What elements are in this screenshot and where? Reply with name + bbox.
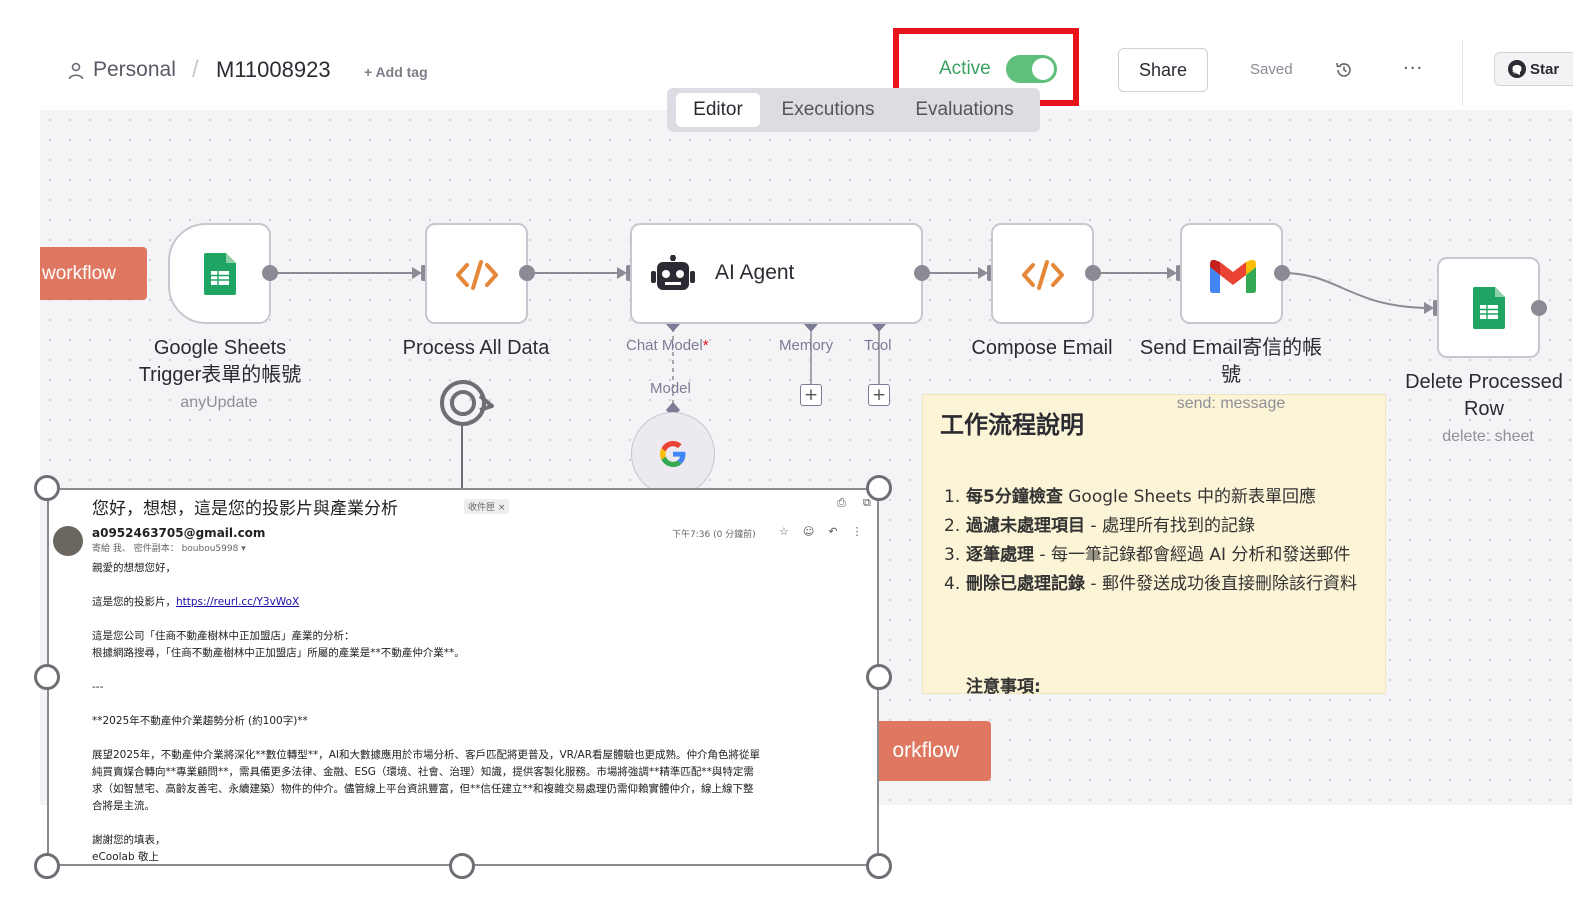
node-label: Compose Email (971, 337, 1113, 359)
avatar (53, 526, 83, 556)
resize-handle-bottom-left[interactable] (34, 853, 60, 879)
resize-handle-bottom-center[interactable] (449, 853, 475, 879)
node-send-email[interactable] (1180, 223, 1283, 324)
list-item: 4. 刪除已處理記錄 - 郵件發送成功後直接刪除該行資料 (944, 574, 1357, 594)
resize-handle-bottom-right[interactable] (866, 853, 892, 879)
robot-icon (651, 255, 695, 290)
output-port[interactable] (519, 265, 535, 281)
node-google-sheets-trigger[interactable] (168, 223, 271, 324)
n8n-workflow-editor: Personal / M11008923 + Add tag Active Sh… (0, 0, 1573, 913)
model-label: Model (650, 380, 691, 397)
rotate-handle-icon[interactable] (436, 376, 500, 430)
node-google-gemini-model[interactable] (631, 412, 715, 496)
sticky-list: 1. 每5分鐘檢查 Google Sheets 中的新表單回應 2. 過濾未處理項目… (944, 485, 1374, 601)
google-sheets-icon (1473, 287, 1505, 329)
email-time: 下午7:36 (0 分鐘前) (672, 530, 756, 540)
email-sender: a0952463705@gmail.com (92, 526, 266, 540)
output-port[interactable] (914, 265, 930, 281)
add-memory-button[interactable]: + (800, 384, 822, 406)
rotate-handle-stem (461, 426, 463, 488)
popout-icon: ⧉ (863, 496, 871, 509)
required-mark: * (702, 337, 709, 354)
email-body: 親愛的想想您好， 這是您的投影片，https://reurl.cc/Y3vWoX… (92, 562, 760, 863)
node-label: AI Agent (715, 261, 795, 284)
list-item: 2. 過濾未處理項目 - 處理所有找到的記錄 (944, 516, 1255, 536)
node-delete-processed-row[interactable] (1437, 257, 1540, 358)
print-icon: ⎙ (837, 496, 846, 509)
output-port[interactable] (1085, 265, 1101, 281)
email-subject: 您好，想想，這是您的投影片與產業分析 (92, 499, 398, 519)
workflow-sticky-right[interactable]: orkflow (862, 721, 991, 781)
resize-handle-top-right[interactable] (866, 475, 892, 501)
inbox-badge: 收件匣 × (464, 499, 510, 514)
output-port[interactable] (1531, 300, 1547, 316)
node-process-all-data[interactable] (425, 223, 528, 324)
email-action-icons: ☆☺↶⋮ (779, 525, 877, 538)
node-subtitle: send: message (1176, 395, 1286, 412)
memory-label: Memory (779, 337, 834, 354)
node-label: Process All Data (402, 337, 550, 359)
node-subtitle: anyUpdate (180, 394, 258, 411)
add-tool-button[interactable]: + (868, 384, 890, 406)
node-label: Send Email寄信的帳 號 (1139, 337, 1323, 386)
list-item: 1. 每5分鐘檢查 Google Sheets 中的新表單回應 (944, 487, 1317, 507)
list-item: 3. 逐筆處理 - 每一筆記錄都會經過 AI 分析和發送郵件 (944, 545, 1351, 565)
workflow-sticky-left[interactable]: workflow (40, 247, 147, 300)
resize-handle-top-left[interactable] (34, 475, 60, 501)
google-icon (660, 441, 686, 467)
node-compose-email[interactable] (991, 223, 1094, 324)
email-recipients: 寄給 我、 密件副本： boubou5998 ▾ (92, 544, 246, 554)
sticky-title: 工作流程說明 (940, 411, 1084, 439)
resize-handle-middle-right[interactable] (866, 664, 892, 690)
email-screenshot[interactable]: 您好，想想，這是您的投影片與產業分析 收件匣 × ⎙ ⧉ a0952463705… (47, 488, 879, 866)
output-port[interactable] (262, 265, 278, 281)
node-subtitle: delete: sheet (1442, 428, 1534, 445)
code-icon (456, 260, 498, 290)
sticky-note-heading: 注意事項: (966, 677, 1041, 697)
gmail-icon (1210, 259, 1256, 293)
node-label: Delete Processed Row (1405, 371, 1563, 420)
resize-handle-middle-left[interactable] (34, 664, 60, 690)
google-sheets-icon (204, 253, 236, 295)
node-label: Google Sheets Trigger表單的帳號 (138, 337, 302, 386)
code-icon (1022, 260, 1064, 290)
tool-label: Tool (864, 337, 892, 354)
chat-model-label: Chat Model* (626, 337, 709, 354)
output-port[interactable] (1274, 265, 1290, 281)
slides-link: https://reurl.cc/Y3vWoX (176, 596, 300, 608)
